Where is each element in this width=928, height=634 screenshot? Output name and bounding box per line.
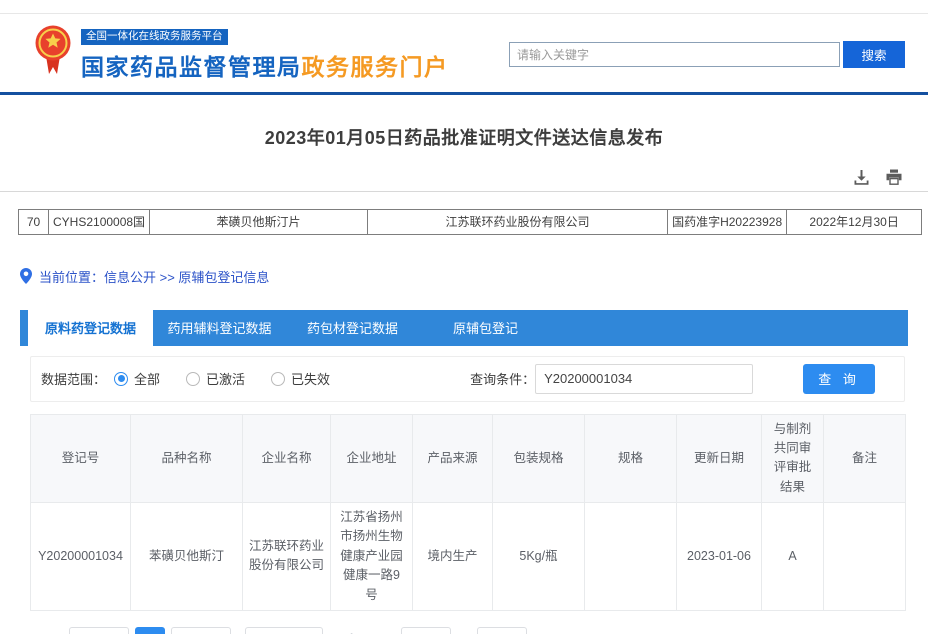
page-number-1[interactable]: 1 [135, 627, 165, 634]
title-divider [0, 191, 928, 192]
announcement-cell-drug-name: 苯磺贝他斯汀片 [150, 209, 368, 234]
header-search: 搜索 [509, 41, 905, 68]
pagination: 共 1 条 上一页 1 下一页 10条/页 到第 页 确定 [20, 627, 928, 634]
header-package-spec: 包装规格 [493, 414, 585, 503]
location-pin-icon [20, 268, 32, 284]
table-header-row: 登记号 品种名称 企业名称 企业地址 产品来源 包装规格 规格 更新日期 与制剂… [31, 414, 906, 503]
page-title: 2023年01月05日药品批准证明文件送达信息发布 [0, 124, 928, 150]
cell-product-source: 境内生产 [413, 503, 493, 611]
header-reg-number: 登记号 [31, 414, 131, 503]
national-emblem-logo [34, 24, 72, 76]
announcement-row: 70 CYHS2100008国 苯磺贝他斯汀片 江苏联环药业股份有限公司 国药准… [19, 209, 922, 234]
cell-remarks [824, 503, 906, 611]
goto-confirm-button[interactable]: 确定 [477, 627, 527, 634]
tab-packaging-material-data[interactable]: 药包材登记数据 [286, 310, 419, 346]
site-title: 国家药品监督管理局政务服务门户 [81, 48, 449, 82]
cell-company-name: 江苏联环药业股份有限公司 [243, 503, 331, 611]
filter-bar: 数据范围： 全部 已激活 已失效 查询条件： 查 询 [30, 356, 905, 402]
portal-name: 政务服务门户 [302, 54, 449, 80]
header-company-address: 企业地址 [331, 414, 413, 503]
tab-raw-material-data[interactable]: 原料药登记数据 [28, 310, 153, 346]
table-row: Y20200001034 苯磺贝他斯汀 江苏联环药业股份有限公司 江苏省扬州市扬… [31, 503, 906, 611]
announcement-cell-index: 70 [19, 209, 49, 234]
page-size-select[interactable]: 10条/页 [245, 627, 323, 634]
tab-raw-excipient-packaging[interactable]: 原辅包登记 [419, 310, 552, 346]
page-root: 全国一体化在线政务服务平台 国家药品监督管理局政务服务门户 搜索 2023年01… [0, 0, 928, 634]
brand-text: 全国一体化在线政务服务平台 国家药品监督管理局政务服务门户 [81, 24, 449, 82]
radio-all-control[interactable] [114, 372, 128, 386]
header-blue-rule [0, 92, 928, 95]
radio-expired-label: 已失效 [291, 369, 330, 388]
scope-radio-group: 全部 已激活 已失效 [114, 369, 330, 388]
brand: 全国一体化在线政务服务平台 国家药品监督管理局政务服务门户 [34, 24, 449, 82]
cell-package-spec: 5Kg/瓶 [493, 503, 585, 611]
radio-expired-control[interactable] [271, 372, 285, 386]
org-name: 国家药品监督管理局 [81, 54, 302, 80]
announcement-cell-approval-no: 国药准字H20223928 [668, 209, 787, 234]
announcement-cell-company: 江苏联环药业股份有限公司 [368, 209, 668, 234]
radio-activated-label: 已激活 [206, 369, 245, 388]
header-update-date: 更新日期 [677, 414, 762, 503]
registration-data-table: 登记号 品种名称 企业名称 企业地址 产品来源 包装规格 规格 更新日期 与制剂… [30, 414, 906, 611]
announcement-table: 70 CYHS2100008国 苯磺贝他斯汀片 江苏联环药业股份有限公司 国药准… [18, 209, 922, 235]
cell-update-date: 2023-01-06 [677, 503, 762, 611]
radio-activated-control[interactable] [186, 372, 200, 386]
header-joint-review-result: 与制剂共同审评审批结果 [762, 414, 824, 503]
announcement-cell-acceptance-no: CYHS2100008国 [49, 209, 150, 234]
print-icon[interactable] [885, 169, 903, 185]
announcement-cell-date: 2022年12月30日 [787, 209, 922, 234]
header-spec: 规格 [585, 414, 677, 503]
query-label: 查询条件： [470, 369, 535, 388]
goto-page-input[interactable] [401, 627, 451, 634]
next-page-button[interactable]: 下一页 [171, 627, 231, 634]
cell-reg-number: Y20200001034 [31, 503, 131, 611]
radio-activated[interactable]: 已激活 [186, 369, 245, 388]
radio-all[interactable]: 全部 [114, 369, 160, 388]
document-actions [0, 169, 928, 186]
cell-joint-review-result: A [762, 503, 824, 611]
platform-badge: 全国一体化在线政务服务平台 [81, 29, 228, 45]
prev-page-button[interactable]: 上一页 [69, 627, 129, 634]
site-header: 全国一体化在线政务服务平台 国家药品监督管理局政务服务门户 搜索 [0, 14, 928, 92]
query-button[interactable]: 查 询 [803, 364, 875, 394]
download-icon[interactable] [853, 169, 870, 186]
radio-expired[interactable]: 已失效 [271, 369, 330, 388]
radio-all-label: 全部 [134, 369, 160, 388]
tab-bar: 原料药登记数据 药用辅料登记数据 药包材登记数据 原辅包登记 [20, 310, 908, 346]
breadcrumb-label: 当前位置：信息公开 >> 原辅包登记信息 [39, 267, 269, 286]
cell-spec [585, 503, 677, 611]
tab-excipient-data[interactable]: 药用辅料登记数据 [153, 310, 286, 346]
breadcrumb: 当前位置：信息公开 >> 原辅包登记信息 [20, 267, 928, 286]
header-company-name: 企业名称 [243, 414, 331, 503]
header-product-source: 产品来源 [413, 414, 493, 503]
header-remarks: 备注 [824, 414, 906, 503]
cell-variety-name: 苯磺贝他斯汀 [131, 503, 243, 611]
header-variety-name: 品种名称 [131, 414, 243, 503]
search-button[interactable]: 搜索 [843, 41, 905, 68]
query-input[interactable] [535, 364, 753, 394]
scope-label: 数据范围： [41, 369, 106, 388]
cell-company-address: 江苏省扬州市扬州生物健康产业园健康一路9号 [331, 503, 413, 611]
search-input[interactable] [509, 42, 840, 67]
